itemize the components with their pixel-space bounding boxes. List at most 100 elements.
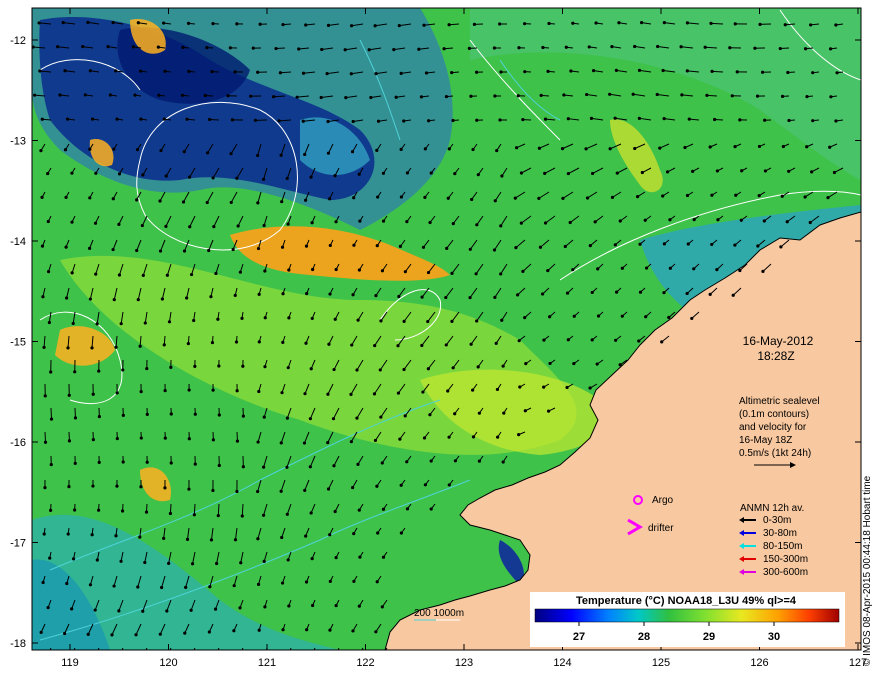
velocity-arrowhead: [170, 412, 173, 415]
velocity-arrowhead: [208, 630, 211, 633]
lon-tick-label: 121: [258, 657, 276, 669]
velocity-arrowhead: [334, 510, 337, 513]
velocity-arrowhead: [596, 267, 599, 270]
velocity-arrowhead: [189, 654, 192, 657]
velocity-arrowhead: [43, 532, 46, 535]
velocity-arrowhead: [451, 119, 454, 122]
velocity-arrowhead: [421, 390, 424, 393]
velocity-arrowhead: [114, 346, 117, 349]
velocity-arrowhead: [184, 586, 187, 589]
velocity-arrowhead: [447, 436, 450, 439]
velocity-arrowhead: [374, 24, 377, 27]
velocity-arrowhead: [572, 362, 575, 365]
velocity-arrowhead: [400, 72, 403, 75]
velocity-arrowhead: [734, 194, 737, 197]
velocity-arrowhead: [567, 338, 570, 341]
velocity-arrowhead: [242, 415, 245, 418]
velocity-arrowhead: [44, 441, 47, 444]
velocity-arrowhead: [139, 485, 142, 488]
velocity-arrowhead: [446, 389, 449, 392]
velocity-arrowhead: [217, 364, 220, 367]
velocity-arrowhead: [94, 608, 97, 611]
velocity-arrowhead: [709, 145, 712, 148]
velocity-arrowhead: [422, 24, 425, 27]
velocity-arrowhead: [281, 628, 284, 631]
velocity-arrowhead: [254, 119, 257, 122]
lat-tick-label: -17: [10, 538, 26, 550]
velocity-arrowhead: [304, 199, 307, 202]
velocity-arrowhead: [334, 318, 337, 321]
velocity-arrowhead: [594, 220, 597, 223]
velocity-arrowhead: [374, 630, 377, 633]
velocity-arrowhead: [680, 45, 683, 48]
velocity-arrowhead: [259, 23, 262, 26]
velocity-arrowhead: [74, 416, 77, 419]
velocity-arrowhead: [163, 70, 166, 73]
colorbar-gradient: [535, 609, 839, 622]
velocity-arrowhead: [427, 271, 430, 274]
velocity-arrowhead: [146, 413, 149, 416]
velocity-arrowhead: [139, 69, 142, 72]
velocity-arrowhead: [56, 45, 59, 48]
velocity-arrowhead: [190, 609, 193, 612]
velocity-arrowhead: [286, 177, 289, 180]
velocity-arrowhead: [502, 364, 505, 367]
velocity-arrowhead: [190, 273, 193, 276]
velocity-arrowhead: [784, 23, 787, 26]
velocity-arrowhead: [92, 393, 95, 396]
velocity-arrowhead: [621, 315, 624, 318]
velocity-arrowhead: [399, 245, 402, 248]
isobath-label: 200 1000m: [414, 608, 464, 619]
velocity-arrow: [274, 96, 285, 97]
velocity-arrowhead: [304, 342, 307, 345]
velocity-arrowhead: [716, 169, 719, 172]
velocity-arrowhead: [779, 245, 782, 248]
colorbar-tick-label: 27: [573, 631, 585, 643]
velocity-arrowhead: [596, 362, 599, 365]
altimetry-line-5: 0.5m/s (1kt 24h): [739, 448, 811, 459]
velocity-arrowhead: [39, 149, 42, 152]
velocity-arrowhead: [263, 605, 266, 608]
velocity-arrowhead: [469, 248, 472, 251]
velocity-arrowhead: [444, 296, 447, 299]
velocity-arrowhead: [644, 315, 647, 318]
velocity-arrowhead: [710, 70, 713, 73]
velocity-arrowhead: [400, 484, 403, 487]
lat-tick-label: -12: [10, 35, 26, 47]
velocity-arrowhead: [328, 629, 331, 632]
velocity-arrowhead: [67, 532, 70, 535]
velocity-arrowhead: [327, 152, 330, 155]
velocity-arrowhead: [274, 47, 277, 50]
velocity-arrowhead: [475, 319, 478, 322]
velocity-arrowhead: [638, 69, 641, 72]
velocity-arrowhead: [692, 267, 695, 270]
velocity-arrowhead: [547, 22, 550, 25]
velocity-arrow: [712, 71, 723, 72]
velocity-arrowhead: [65, 582, 68, 585]
anmn-title: ANMN 12h av.: [740, 503, 804, 514]
velocity-arrowhead: [326, 441, 329, 444]
lat-tick-label: -18: [10, 638, 26, 650]
velocity-arrowhead: [210, 538, 213, 541]
velocity-arrowhead: [233, 584, 236, 587]
velocity-arrowhead: [163, 343, 166, 346]
velocity-arrowhead: [212, 225, 215, 228]
drifter-label: drifter: [648, 523, 674, 534]
velocity-arrowhead: [403, 320, 406, 323]
velocity-arrowhead: [547, 410, 550, 413]
velocity-arrowhead: [656, 93, 659, 96]
velocity-arrowhead: [728, 46, 731, 49]
velocity-arrowhead: [686, 292, 689, 295]
velocity-arrowhead: [334, 654, 337, 657]
velocity-arrowhead: [328, 533, 331, 536]
velocity-arrowhead: [170, 461, 173, 464]
velocity-arrowhead: [430, 171, 433, 174]
velocity-arrow: [51, 408, 52, 419]
velocity-arrowhead: [615, 291, 618, 294]
velocity-arrowhead: [638, 243, 641, 246]
velocity-arrowhead: [470, 343, 473, 346]
velocity-arrowhead: [738, 118, 741, 121]
lon-tick-label: 124: [553, 657, 571, 669]
velocity-arrowhead: [567, 117, 570, 120]
velocity-arrowhead: [539, 246, 542, 249]
